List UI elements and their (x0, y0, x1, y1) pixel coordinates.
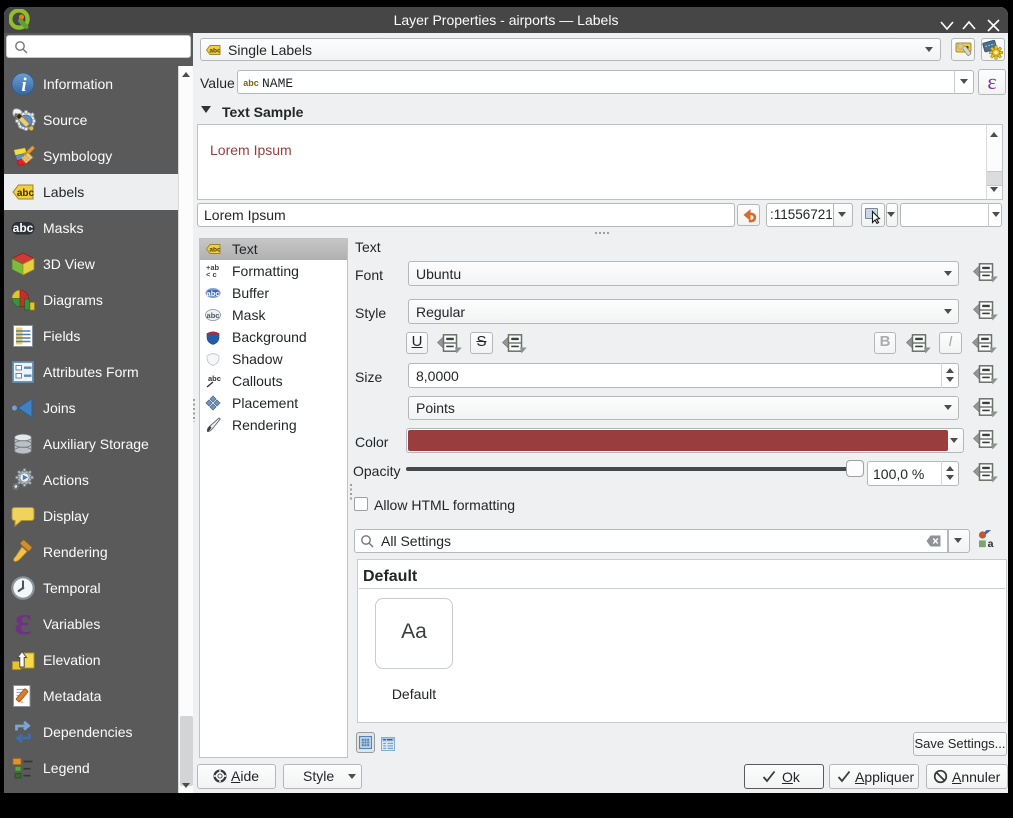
svg-text:abc: abc (209, 48, 221, 55)
svg-text:ε: ε (987, 69, 996, 94)
svg-text:abc: abc (209, 247, 221, 254)
svg-text:abc: abc (208, 374, 221, 383)
svg-text:< c: < c (206, 270, 217, 279)
svg-text:abc: abc (207, 289, 220, 298)
svg-text:abc: abc (207, 311, 220, 320)
svg-text:a: a (988, 538, 994, 548)
svg-text:abc: abc (243, 78, 259, 88)
